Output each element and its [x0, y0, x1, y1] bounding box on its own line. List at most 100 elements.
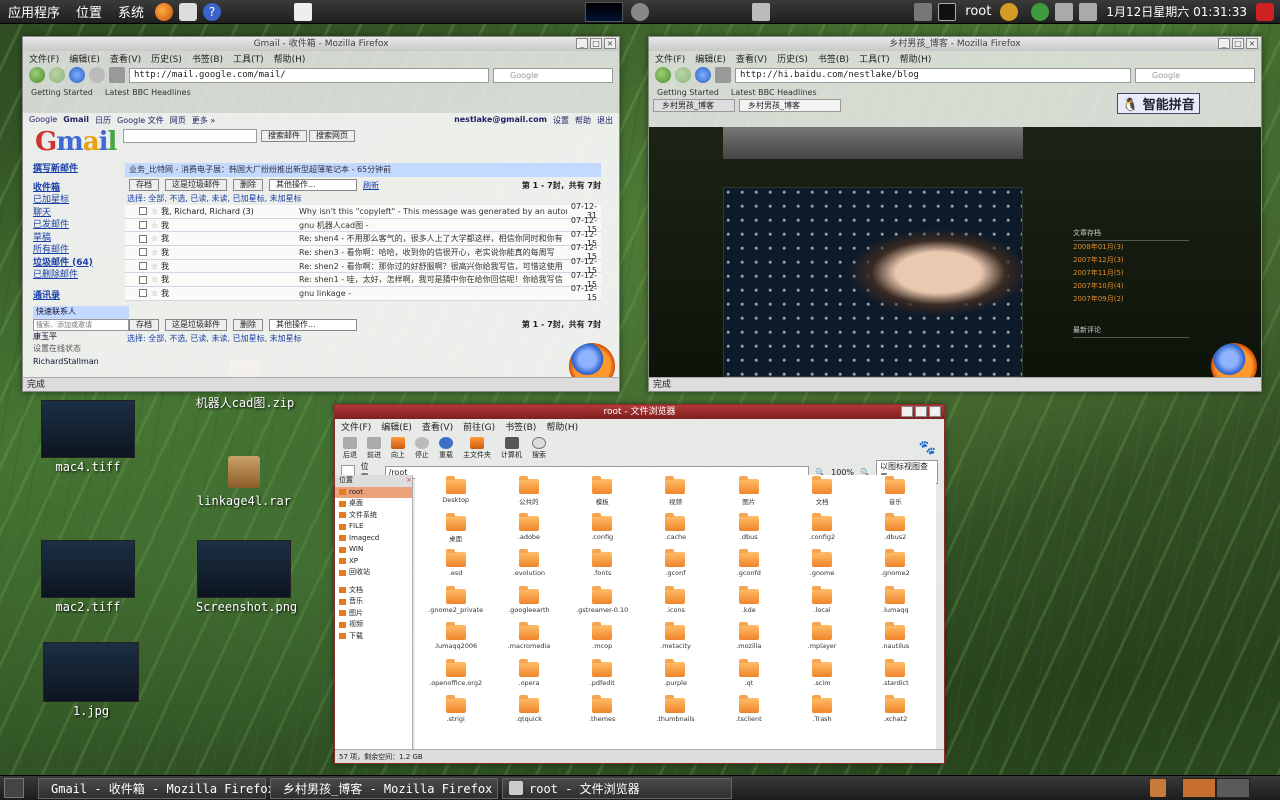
volume-icon[interactable]	[1079, 2, 1098, 21]
place-file[interactable]: FILE	[335, 521, 412, 533]
terminal-icon[interactable]	[938, 2, 957, 21]
menu-view[interactable]: 查看(V)	[422, 420, 453, 433]
nav-sent[interactable]: 已发邮件	[33, 219, 129, 232]
archive-link[interactable]: 2007年12月(3)	[1073, 254, 1189, 267]
link-google[interactable]: Google	[29, 115, 57, 126]
status-setting[interactable]: 设置在线状态	[33, 343, 129, 356]
contact-item[interactable]: RichardStallman	[33, 356, 129, 369]
file-item[interactable]: .gnome2	[859, 549, 932, 589]
place-filesystem[interactable]: 文件系统	[335, 510, 412, 522]
place-trash[interactable]: 回收站	[335, 567, 412, 579]
file-browser-window[interactable]: root - 文件浏览器 _ □ × 文件(F) 编辑(E) 查看(V) 前往(G)…	[334, 404, 945, 764]
contact-item[interactable]: 康玉平	[33, 331, 129, 344]
forward-button[interactable]: 前进	[367, 436, 381, 460]
row-checkbox[interactable]	[139, 275, 147, 284]
blog-firefox-window[interactable]: 乡村男孩_博客 - Mozilla Firefox _ □ × 文件(F) 编辑(E…	[648, 36, 1262, 392]
menu-tools[interactable]: 工具(T)	[859, 52, 890, 65]
more-actions-select[interactable]: 其他操作...	[269, 318, 357, 331]
place-win[interactable]: WIN	[335, 544, 412, 556]
row-checkbox[interactable]	[139, 207, 147, 216]
menu-bookmarks[interactable]: 书签(B)	[818, 52, 849, 65]
menu-edit[interactable]: 编辑(E)	[69, 52, 100, 65]
workspace-1[interactable]	[1182, 778, 1216, 798]
compose-link[interactable]: 撰写新邮件	[33, 163, 129, 176]
maximize-button[interactable]: □	[915, 406, 927, 417]
file-item[interactable]: .gnome	[785, 549, 858, 589]
table-row[interactable]: ☆ 我 gnu 机器人cad图 -07-12-15	[125, 216, 601, 234]
desktop-icon-mac4[interactable]: mac4.tiff	[40, 400, 136, 474]
nav-starred[interactable]: 已加星标	[33, 194, 129, 207]
file-item[interactable]: .macromedia	[492, 622, 565, 662]
bookmark-bbc[interactable]: Latest BBC Headlines	[731, 88, 817, 97]
file-item[interactable]: .gconfd	[712, 549, 785, 589]
menu-file[interactable]: 文件(F)	[29, 52, 59, 65]
place-desktop[interactable]: 桌面	[335, 498, 412, 510]
refresh-link[interactable]: 刷新	[363, 180, 379, 191]
clock[interactable]: 1月12日星期六 01:31:33	[1106, 3, 1247, 20]
file-item[interactable]: .xchat2	[859, 695, 932, 735]
file-item[interactable]: .gconf	[639, 549, 712, 589]
system-monitor-icon[interactable]	[585, 1, 624, 22]
file-item[interactable]: .fonts	[566, 549, 639, 589]
taskbar-file-browser[interactable]: root - 文件浏览器	[502, 777, 732, 799]
place-downloads[interactable]: 下载	[335, 631, 412, 643]
select-links[interactable]: 选择: 全部, 不选, 已读, 未读, 已加星标, 未加星标	[125, 193, 601, 205]
menu-help[interactable]: 帮助(H)	[546, 420, 578, 433]
more-actions-select[interactable]: 其他操作...	[269, 179, 357, 191]
nav-spam[interactable]: 垃圾邮件 (64)	[33, 257, 129, 270]
reload-button[interactable]	[695, 67, 711, 83]
taskbar-gmail[interactable]: Gmail - 收件箱 - Mozilla Firefox	[38, 777, 275, 799]
web-clip[interactable]: 业务_比特网 - 消费电子展：韩国大厂纷纷推出新型超薄笔记本 - 65分钟前	[125, 163, 601, 177]
file-item[interactable]: .cache	[639, 512, 712, 553]
star-icon[interactable]: ☆	[151, 234, 161, 243]
nav-drafts[interactable]: 草稿	[33, 232, 129, 245]
star-icon[interactable]: ☆	[151, 275, 161, 284]
menu-edit[interactable]: 编辑(E)	[381, 420, 412, 433]
desktop-icon-1jpg[interactable]: 1.jpg	[42, 642, 140, 718]
window-titlebar[interactable]: 乡村男孩_博客 - Mozilla Firefox _ □ ×	[649, 37, 1261, 51]
close-button[interactable]: ×	[1246, 38, 1258, 49]
gmail-firefox-window[interactable]: Gmail - 收件箱 - Mozilla Firefox _ □ × 文件(F) …	[22, 36, 620, 392]
ime-indicator[interactable]: 🐧 智能拼音	[1117, 93, 1200, 114]
link-more[interactable]: 更多 »	[192, 115, 215, 126]
desktop-icon-mac2[interactable]: mac2.tiff	[40, 540, 136, 614]
menu-history[interactable]: 历史(S)	[151, 52, 182, 65]
search-button[interactable]: 搜索	[532, 436, 546, 460]
file-item[interactable]: 图片	[712, 476, 785, 516]
reload-button[interactable]	[69, 67, 85, 83]
menu-view[interactable]: 查看(V)	[736, 52, 767, 65]
file-item[interactable]: .thumbnails	[639, 695, 712, 735]
nav-all-mail[interactable]: 所有邮件	[33, 244, 129, 257]
file-item[interactable]: .stardict	[859, 658, 932, 699]
taskbar-blog[interactable]: 乡村男孩_博客 - Mozilla Firefox	[270, 777, 498, 799]
file-item[interactable]: .themes	[566, 695, 639, 735]
file-item[interactable]: 音乐	[859, 476, 932, 516]
archive-link[interactable]: 2007年09月(2)	[1073, 293, 1189, 306]
file-item[interactable]: .kde	[712, 585, 785, 626]
file-item[interactable]: .adobe	[492, 512, 565, 553]
forward-button[interactable]	[49, 67, 65, 83]
nav-trash[interactable]: 已删除邮件	[33, 269, 129, 282]
archive-link[interactable]: 2007年10月(4)	[1073, 280, 1189, 293]
close-button[interactable]: ×	[604, 38, 616, 49]
file-item[interactable]: Desktop	[419, 476, 492, 516]
row-checkbox[interactable]	[139, 289, 147, 298]
update-icon[interactable]	[1031, 2, 1050, 21]
home-button[interactable]	[715, 67, 731, 83]
maximize-button[interactable]: □	[590, 38, 602, 49]
file-item[interactable]: .opera	[492, 658, 565, 699]
mail-launcher-icon[interactable]	[179, 2, 198, 21]
file-item[interactable]: .pdfedit	[566, 658, 639, 699]
file-item[interactable]: .lumaqq	[859, 585, 932, 626]
tab-blog-1[interactable]: 乡村男孩_博客	[653, 99, 735, 112]
menu-help[interactable]: 帮助(H)	[900, 52, 932, 65]
back-button[interactable]	[29, 67, 45, 83]
file-item[interactable]: .dbus	[712, 512, 785, 553]
archive-button[interactable]: 存档	[129, 318, 159, 331]
menu-applications[interactable]: 应用程序	[0, 2, 68, 21]
minimize-button[interactable]: _	[901, 406, 913, 417]
star-icon[interactable]: ☆	[151, 207, 161, 216]
up-button[interactable]: 向上	[391, 436, 405, 460]
place-imagecd[interactable]: Imagecd	[335, 533, 412, 545]
row-checkbox[interactable]	[139, 248, 147, 257]
